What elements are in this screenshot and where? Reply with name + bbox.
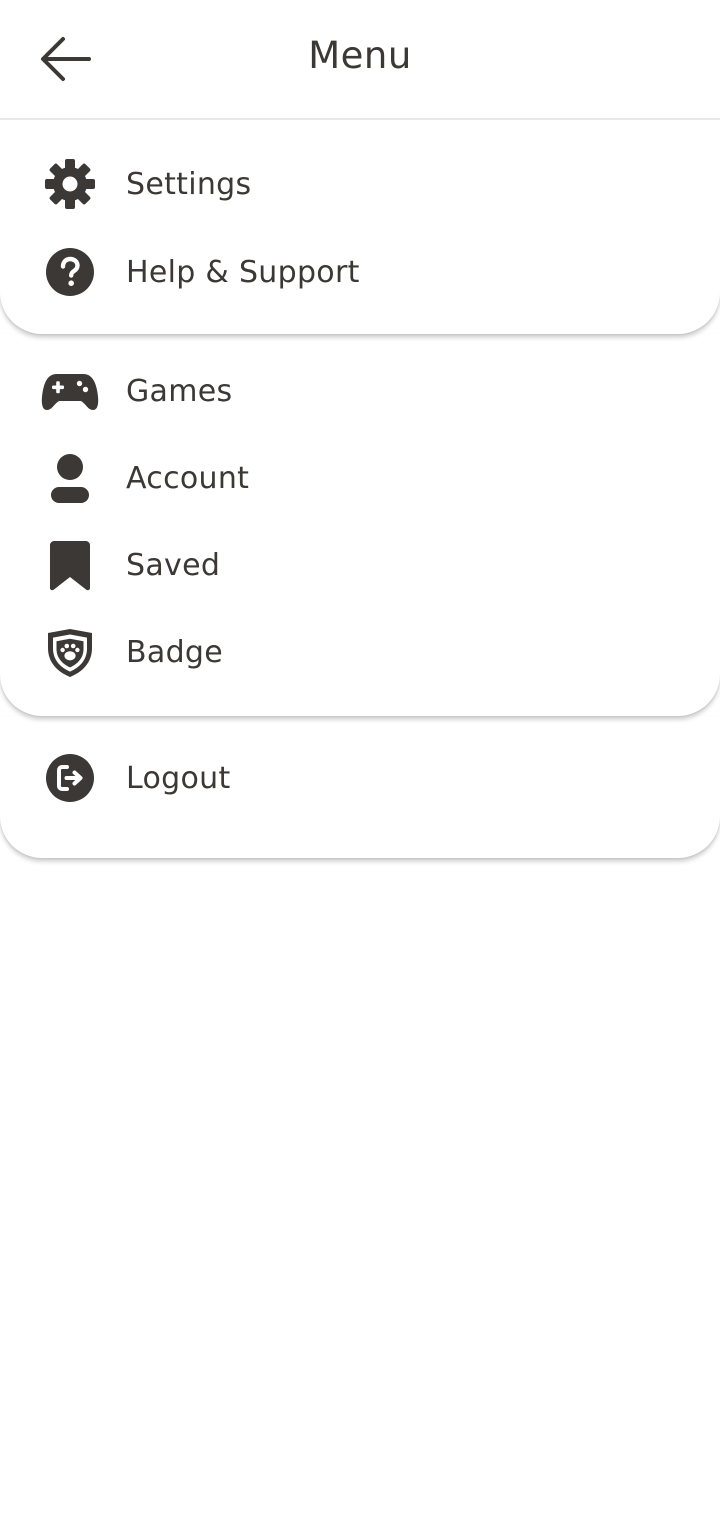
menu-item-settings[interactable]: Settings [0, 140, 720, 228]
bookmark-icon [40, 536, 100, 596]
menu-item-label: Badge [126, 635, 224, 670]
menu-item-label: Games [126, 374, 233, 409]
menu-item-badge[interactable]: Badge [0, 609, 720, 696]
menu-item-label: Settings [126, 166, 252, 202]
menu-item-help-support[interactable]: Help & Support [0, 228, 720, 316]
menu-group-session: Logout [0, 716, 720, 858]
menu-item-saved[interactable]: Saved [0, 522, 720, 609]
gear-icon [40, 154, 100, 214]
app-header: Menu [0, 0, 720, 120]
menu-item-label: Account [126, 461, 250, 496]
menu-item-games[interactable]: Games [0, 348, 720, 435]
user-icon [40, 449, 100, 509]
menu-item-account[interactable]: Account [0, 435, 720, 522]
menu-item-label: Help & Support [126, 254, 360, 290]
menu-group-content: Games Account Saved Badge [0, 334, 720, 716]
paw-shield-icon [40, 623, 100, 683]
menu-item-logout[interactable]: Logout [0, 730, 720, 826]
menu-item-label: Saved [126, 548, 221, 583]
menu-screen: Menu Settings Help & Support Games Accou… [0, 0, 720, 1520]
question-circle-icon [40, 242, 100, 302]
page-title: Menu [308, 34, 412, 77]
menu-group-general: Settings Help & Support [0, 120, 720, 334]
gamepad-icon [40, 362, 100, 422]
menu-item-label: Logout [126, 760, 231, 796]
logout-icon [40, 748, 100, 808]
